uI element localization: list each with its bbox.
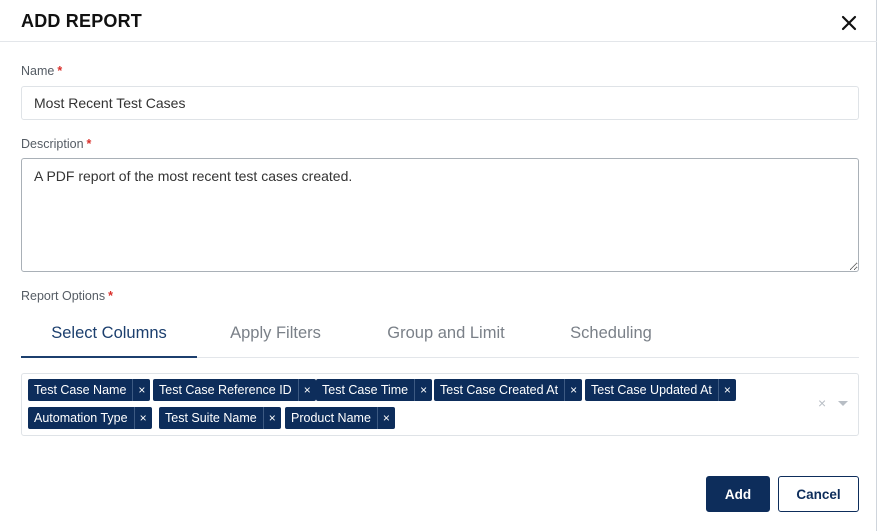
column-chip-label: Test Case Updated At xyxy=(591,383,712,397)
column-chip-label: Product Name xyxy=(291,411,371,425)
remove-chip-icon[interactable]: × xyxy=(564,379,582,401)
column-chip: Automation Type × xyxy=(28,407,152,429)
cancel-button[interactable]: Cancel xyxy=(778,476,859,512)
name-required-mark: * xyxy=(57,64,63,78)
name-label: Name * xyxy=(21,64,62,78)
remove-chip-icon[interactable]: × xyxy=(262,407,281,429)
name-label-text: Name xyxy=(21,64,55,78)
column-chip: Test Suite Name × xyxy=(159,407,281,429)
tab-scheduling[interactable]: Scheduling xyxy=(538,317,684,358)
column-chip: Test Case Created At × xyxy=(434,379,583,401)
tab-select-columns[interactable]: Select Columns xyxy=(21,317,197,358)
remove-chip-icon[interactable]: × xyxy=(717,379,736,401)
dialog-header: ADD REPORT xyxy=(0,0,877,42)
column-chip-label: Test Case Time xyxy=(322,383,409,397)
column-chip-label: Test Suite Name xyxy=(165,411,257,425)
description-label-text: Description xyxy=(21,137,84,151)
columns-multiselect[interactable]: Test Case Name × Test Case Reference ID … xyxy=(21,373,859,436)
column-chip-label: Test Case Reference ID xyxy=(159,383,292,397)
column-chip-label: Automation Type xyxy=(34,411,128,425)
description-textarea[interactable]: A PDF report of the most recent test cas… xyxy=(21,158,859,272)
column-chip: Test Case Updated At × xyxy=(585,379,736,401)
column-chip: Test Case Reference ID × xyxy=(153,379,316,401)
report-options-label-text: Report Options xyxy=(21,289,106,303)
remove-chip-icon[interactable]: × xyxy=(132,379,150,401)
column-chip: Test Case Name × xyxy=(28,379,151,401)
description-label: Description * xyxy=(21,137,91,151)
name-input[interactable] xyxy=(21,86,859,120)
report-options-label: Report Options * xyxy=(21,289,113,303)
remove-chip-icon[interactable]: × xyxy=(414,379,432,401)
add-report-dialog: ADD REPORT Name* Description* A PDF repo… xyxy=(0,0,877,531)
column-chip: Product Name × xyxy=(285,407,395,429)
add-button[interactable]: Add xyxy=(706,476,770,512)
dialog-title: ADD REPORT xyxy=(21,11,143,31)
tab-group-and-limit[interactable]: Group and Limit xyxy=(354,317,538,358)
remove-chip-icon[interactable]: × xyxy=(297,379,316,401)
tab-apply-filters[interactable]: Apply Filters xyxy=(197,317,354,358)
description-required-mark: * xyxy=(86,137,92,151)
column-chip: Test Case Time × xyxy=(316,379,433,401)
report-options-required-mark: * xyxy=(108,289,113,303)
close-icon[interactable] xyxy=(838,12,860,34)
chevron-down-icon[interactable] xyxy=(838,401,848,406)
remove-chip-icon[interactable]: × xyxy=(376,407,395,429)
report-options-tabs: Select Columns Apply Filters Group and L… xyxy=(21,317,859,358)
remove-chip-icon[interactable]: × xyxy=(133,407,152,429)
column-chip-label: Test Case Name xyxy=(34,383,127,397)
clear-all-icon[interactable]: × xyxy=(818,395,826,411)
column-chip-label: Test Case Created At xyxy=(440,383,559,397)
